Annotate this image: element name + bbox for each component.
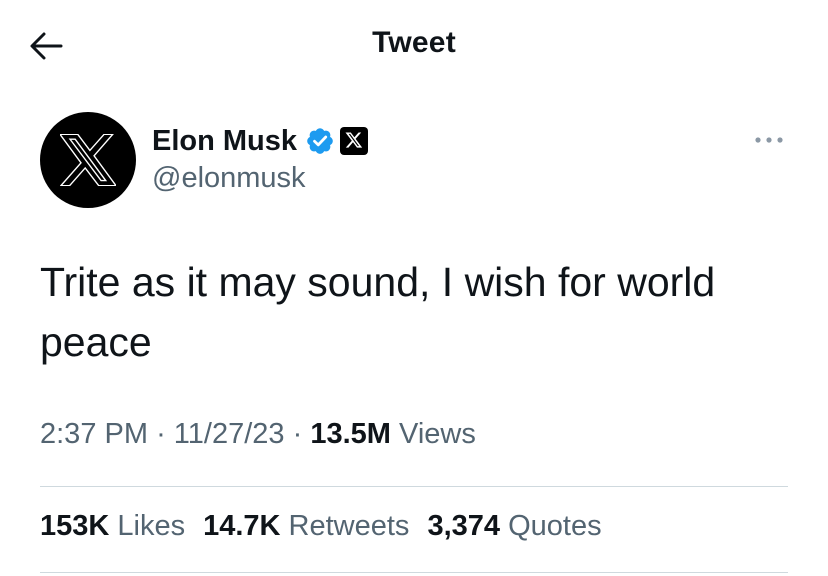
- likes-stat[interactable]: 153K Likes: [40, 510, 185, 543]
- likes-count: 153K: [40, 510, 110, 542]
- retweets-label: Retweets: [288, 510, 410, 542]
- verified-badge-icon: [307, 128, 333, 154]
- divider: [40, 572, 788, 573]
- meta-separator: ·: [292, 418, 303, 450]
- engagement-stats: 153K Likes 14.7K Retweets 3,374 Quotes: [40, 510, 620, 543]
- divider: [40, 486, 788, 487]
- retweets-stat[interactable]: 14.7K Retweets: [203, 510, 409, 543]
- author-handle[interactable]: @elonmusk: [152, 162, 306, 195]
- views-label: Views: [399, 418, 476, 450]
- quotes-label: Quotes: [508, 510, 602, 542]
- tweet-metadata: 2:37 PM · 11/27/23 · 13.5M Views: [40, 418, 476, 451]
- x-logo-icon: [60, 134, 116, 186]
- x-logo-icon[interactable]: [339, 126, 369, 156]
- views-count: 13.5M: [310, 418, 391, 450]
- page-title: Tweet: [372, 26, 456, 59]
- more-horizontal-icon: [755, 137, 783, 143]
- tweet-date[interactable]: 11/27/23: [174, 418, 285, 450]
- likes-label: Likes: [117, 510, 186, 542]
- author-name-row: Elon Musk: [152, 121, 369, 161]
- retweets-count: 14.7K: [203, 510, 281, 542]
- avatar[interactable]: [40, 112, 136, 208]
- more-options-button[interactable]: [752, 128, 786, 152]
- meta-separator: ·: [156, 418, 166, 450]
- author-display-name[interactable]: Elon Musk: [152, 125, 297, 158]
- tweet-time[interactable]: 2:37 PM: [40, 418, 148, 450]
- quotes-stat[interactable]: 3,374 Quotes: [427, 510, 601, 543]
- quotes-count: 3,374: [427, 510, 501, 542]
- tweet-text: Trite as it may sound, I wish for world …: [40, 259, 716, 365]
- top-bar: Tweet: [0, 0, 828, 92]
